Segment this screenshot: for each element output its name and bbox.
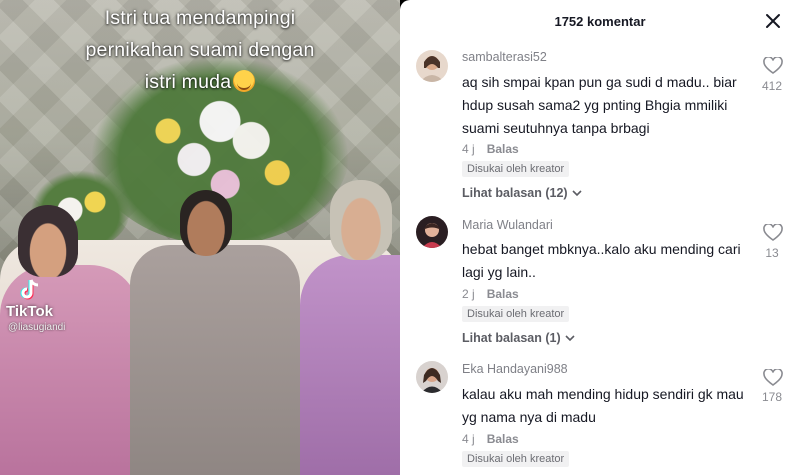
- reply-button[interactable]: Balas: [487, 432, 519, 446]
- comment-text: kalau aku mah mending hidup sendiri gk m…: [462, 386, 744, 425]
- comment-meta: 2 j Balas: [462, 287, 519, 301]
- heart-icon: [763, 367, 783, 386]
- comment-username[interactable]: Eka Handayani988: [462, 362, 568, 376]
- like-button[interactable]: [762, 367, 784, 392]
- view-replies-label: Lihat balasan (1): [462, 331, 561, 345]
- caption-line-1: Istri tua mendampingi: [104, 7, 296, 29]
- smiling-face-with-hearts-icon: [233, 70, 256, 92]
- close-button[interactable]: [764, 12, 782, 30]
- comments-header: 1752 komentar: [400, 0, 800, 42]
- view-replies-label: Lihat balasan (12): [462, 186, 568, 200]
- comment-username[interactable]: sambalterasi52: [462, 50, 547, 64]
- tiktok-handle: @liasugiandi: [8, 322, 66, 333]
- comment-time: 4 j: [462, 142, 475, 156]
- comments-panel: 1752 komentar sambalterasi52 aq sih smpa…: [400, 0, 800, 475]
- comment-username[interactable]: Maria Wulandari: [462, 218, 553, 232]
- chevron-down-icon: [572, 190, 582, 197]
- reply-button[interactable]: Balas: [487, 287, 519, 301]
- heart-icon: [763, 55, 783, 74]
- avatar[interactable]: [416, 361, 448, 393]
- avatar[interactable]: [416, 50, 448, 82]
- like-button[interactable]: [762, 55, 784, 80]
- heart-icon: [763, 222, 783, 241]
- avatar[interactable]: [416, 216, 448, 248]
- liked-by-creator-badge: Disukai oleh kreator: [462, 451, 570, 467]
- like-button[interactable]: [762, 222, 784, 247]
- comment-count-title: 1752 komentar: [554, 13, 646, 29]
- comment-text: hebat banget mbknya..kalo aku mending ca…: [462, 241, 741, 280]
- video-player[interactable]: Istri tua mendampingi pernikahan suami d…: [0, 0, 400, 475]
- comment-meta: 4 j Balas: [462, 142, 519, 156]
- bride-head: [330, 180, 392, 260]
- caption-line-2: pernikahan suami dengan: [85, 39, 315, 61]
- comment-time: 4 j: [462, 432, 475, 446]
- bride-figure: [300, 255, 400, 475]
- like-count: 13: [765, 246, 779, 260]
- liked-by-creator-badge: Disukai oleh kreator: [462, 161, 570, 177]
- groom-figure: [130, 245, 300, 475]
- chevron-down-icon: [565, 335, 575, 342]
- close-icon: [766, 14, 780, 28]
- view-replies-button[interactable]: Lihat balasan (12): [462, 186, 583, 200]
- view-replies-button[interactable]: Lihat balasan (1): [462, 331, 576, 345]
- comment-text: aq sih smpai kpan pun ga sudi d madu.. b…: [462, 74, 737, 136]
- woman-left-head: [18, 205, 78, 277]
- caption-line-3: istri muda: [144, 71, 232, 93]
- like-count: 178: [761, 390, 783, 404]
- liked-by-creator-badge: Disukai oleh kreator: [462, 306, 570, 322]
- comment-meta: 4 j Balas: [462, 432, 519, 446]
- comment-time: 2 j: [462, 287, 475, 301]
- like-count: 412: [761, 79, 783, 93]
- video-caption: Istri tua mendampingi pernikahan suami d…: [0, 2, 400, 98]
- groom-head: [180, 190, 232, 256]
- tiktok-watermark: TikTok: [6, 303, 53, 320]
- reply-button[interactable]: Balas: [487, 142, 519, 156]
